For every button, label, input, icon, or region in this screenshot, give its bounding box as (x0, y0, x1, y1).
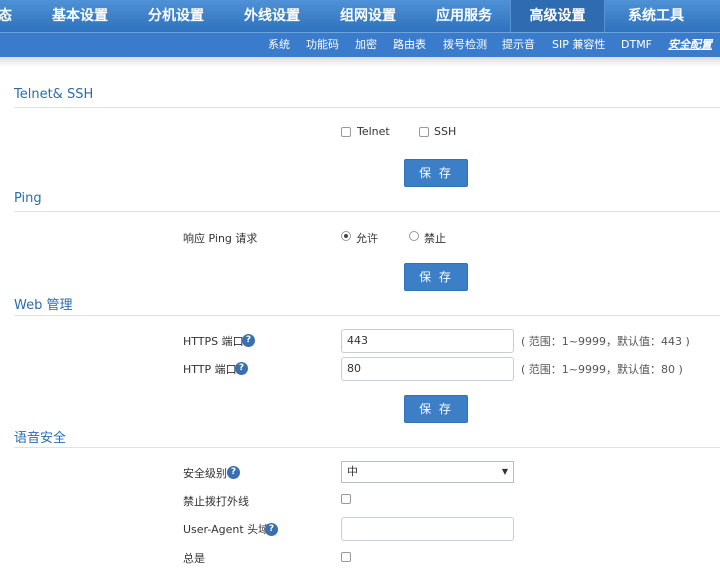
top-nav: 态 基本设置 分机设置 外线设置 组网设置 应用服务 高级设置 系统工具 (0, 0, 720, 32)
tab-basic-settings[interactable]: 基本设置 (52, 0, 108, 32)
security-level-select[interactable]: 中 ▼ (341, 461, 514, 483)
respond-ping-label: 响应 Ping 请求 (183, 232, 258, 245)
http-port-label: HTTP 端口 (183, 363, 237, 376)
ping-allow-radio[interactable] (341, 231, 351, 241)
subnav-sip-compatibility[interactable]: SIP 兼容性 (552, 33, 605, 57)
save-button-telnet-ssh[interactable]: 保 存 (404, 159, 468, 187)
https-port-input[interactable]: 443 (341, 329, 514, 353)
subnav-dtmf[interactable]: DTMF (621, 33, 652, 57)
section-divider (14, 315, 720, 316)
https-port-label: HTTPS 端口 (183, 335, 244, 348)
telnet-checkbox[interactable] (341, 127, 351, 137)
section-title-telnet-ssh: Telnet& SSH (14, 87, 94, 102)
tab-trunk-settings[interactable]: 外线设置 (244, 0, 300, 32)
user-agent-label: User-Agent 头域 (183, 523, 270, 536)
save-button-web[interactable]: 保 存 (404, 395, 468, 423)
https-help-icon[interactable]: ? (242, 334, 255, 347)
tab-system-tools[interactable]: 系统工具 (628, 0, 684, 32)
ssh-checkbox[interactable] (419, 127, 429, 137)
tab-app-services[interactable]: 应用服务 (436, 0, 492, 32)
tab-extension-settings[interactable]: 分机设置 (148, 0, 204, 32)
ping-deny-label: 禁止 (424, 232, 446, 245)
subnav-system[interactable]: 系统 (268, 33, 290, 57)
http-port-hint: ( 范围：1~9999，默认值：80 ) (521, 363, 683, 376)
subnav-routing-table[interactable]: 路由表 (393, 33, 426, 57)
http-port-input[interactable]: 80 (341, 357, 514, 381)
tab-advanced-settings[interactable]: 高级设置 (510, 0, 605, 32)
subnav-feature-codes[interactable]: 功能码 (306, 33, 339, 57)
subnav-dial-detection[interactable]: 拨号检测 (443, 33, 487, 57)
security-level-help-icon[interactable]: ? (227, 466, 240, 479)
section-title-voice-security: 语音安全 (14, 431, 67, 446)
section-title-web: Web 管理 (14, 298, 73, 313)
tab-network-settings[interactable]: 组网设置 (340, 0, 396, 32)
section-divider (14, 447, 720, 448)
section-divider (14, 211, 720, 212)
subnav-prompts[interactable]: 提示音 (502, 33, 535, 57)
subnav-security-config[interactable]: 安全配置 (668, 33, 712, 57)
chevron-down-icon: ▼ (501, 467, 508, 476)
user-agent-input[interactable] (341, 517, 514, 541)
https-port-hint: ( 范围：1~9999，默认值：443 ) (521, 335, 690, 348)
section-divider (14, 107, 720, 108)
always-checkbox[interactable] (341, 552, 351, 562)
subnav-encryption[interactable]: 加密 (355, 33, 377, 57)
http-help-icon[interactable]: ? (235, 362, 248, 375)
always-label: 总是 (183, 552, 205, 565)
save-button-ping[interactable]: 保 存 (404, 263, 468, 291)
nav-shadow (0, 57, 720, 67)
section-title-ping: Ping (14, 191, 42, 206)
sub-nav: 系统 功能码 加密 路由表 拨号检测 提示音 SIP 兼容性 DTMF 安全配置 (0, 32, 720, 57)
tab-status[interactable]: 态 (0, 0, 12, 32)
block-outbound-checkbox[interactable] (341, 494, 351, 504)
telnet-label: Telnet (357, 125, 390, 138)
user-agent-help-icon[interactable]: ? (265, 523, 278, 536)
ssh-label: SSH (434, 125, 457, 138)
security-level-label: 安全级别 (183, 467, 227, 480)
ping-deny-radio[interactable] (409, 231, 419, 241)
ping-allow-label: 允许 (356, 232, 378, 245)
security-level-value: 中 (347, 465, 358, 478)
block-outbound-label: 禁止拨打外线 (183, 495, 249, 508)
